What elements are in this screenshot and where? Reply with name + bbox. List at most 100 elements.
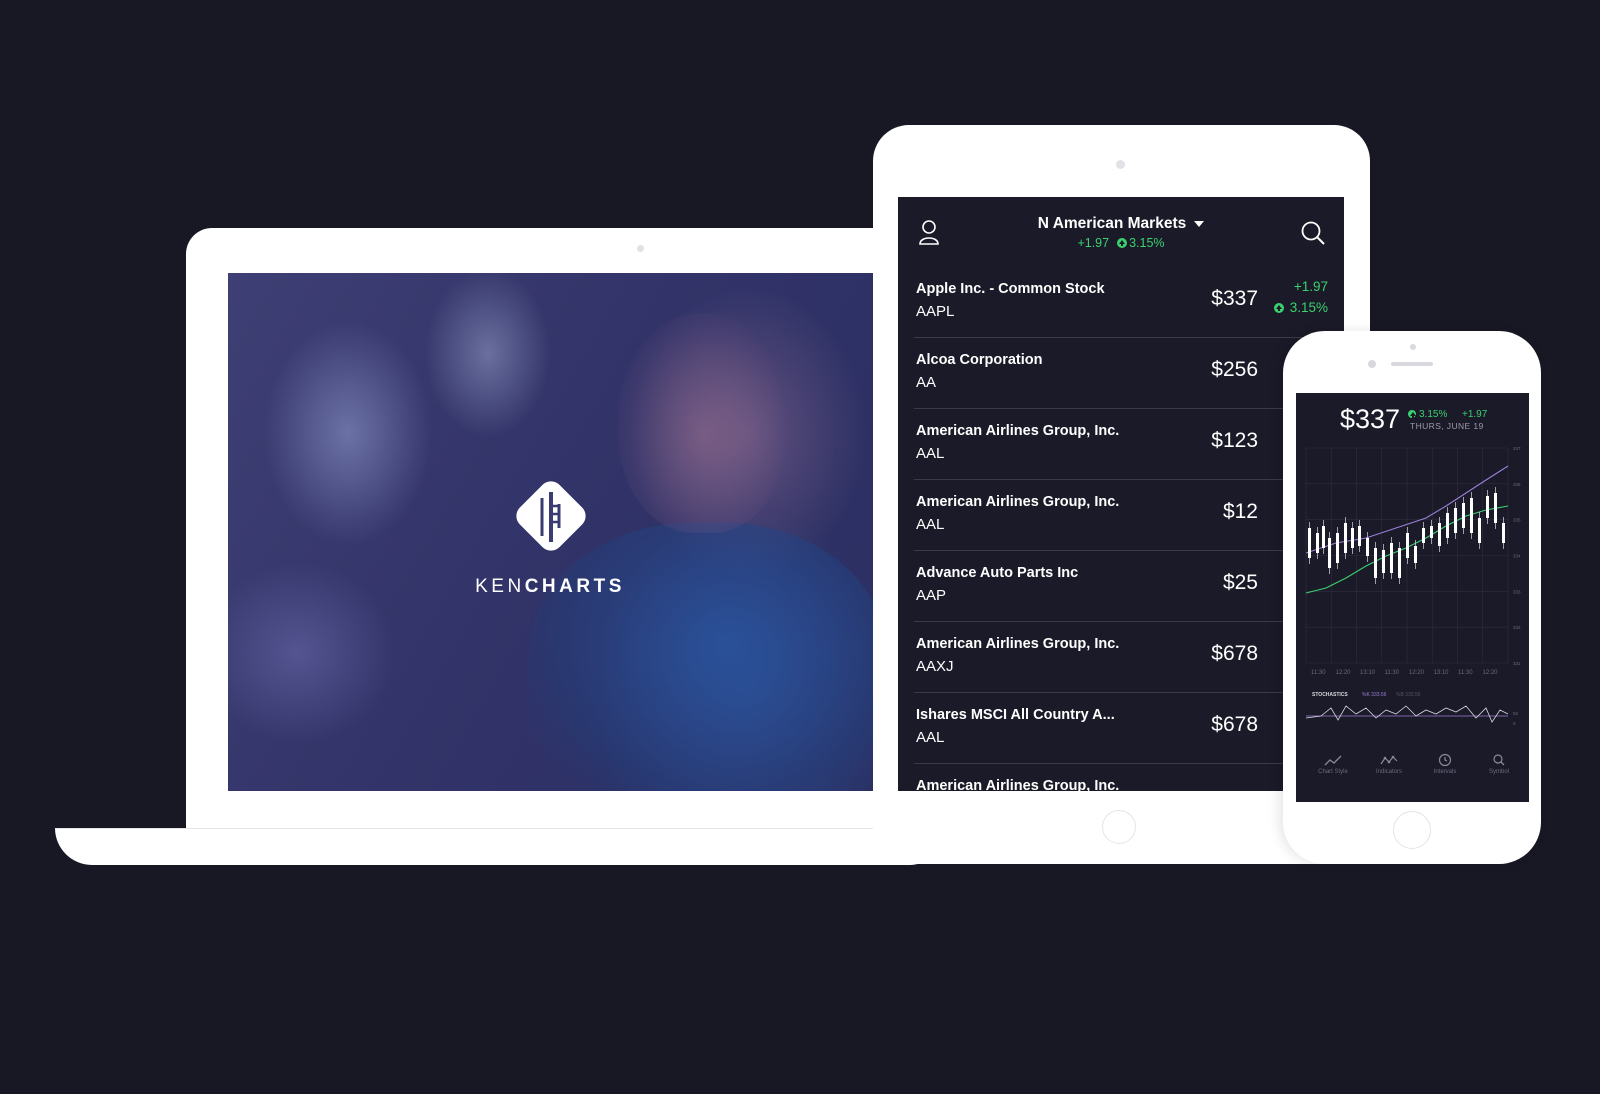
- stochastics-d-label: %B 333.56: [1396, 692, 1421, 698]
- stock-name: American Airlines Group, Inc.: [916, 423, 1120, 439]
- stock-name: American Airlines Group, Inc.: [916, 494, 1120, 510]
- tablet-home-button: [1102, 810, 1136, 844]
- quote-date: THURS, JUNE 19: [1410, 421, 1484, 431]
- quote-percent-value: 3.15%: [1419, 409, 1448, 420]
- candle-body: [1462, 503, 1465, 528]
- chevron-down-icon: [1194, 220, 1205, 227]
- candle-body: [1422, 528, 1425, 543]
- tablet-screen: N American Markets +1.97 3.15% Apple Inc.…: [898, 197, 1344, 791]
- stock-name: American Airlines Group, Inc.: [916, 778, 1120, 791]
- x-tick-label: 12:20: [1409, 670, 1425, 676]
- candle-body: [1494, 493, 1497, 523]
- candle-body: [1406, 533, 1409, 558]
- y-tick-label: 331: [1513, 661, 1521, 666]
- stock-price: $123: [1211, 429, 1258, 452]
- candle-body: [1478, 518, 1481, 543]
- stock-name: American Airlines Group, Inc.: [916, 636, 1120, 652]
- candle-body: [1336, 533, 1339, 563]
- candle-body: [1308, 528, 1311, 558]
- stock-row[interactable]: American Airlines Group, Inc. AAL $12: [914, 480, 1328, 551]
- stochastics-tick: 50: [1513, 711, 1519, 716]
- market-percent: 3.15%: [1129, 236, 1165, 250]
- stock-symbol: AAXJ: [916, 658, 954, 675]
- indicators-icon: [1380, 755, 1398, 765]
- candlestick-chart[interactable]: 337 336 335 334 333 332 331 11:30 12:20 13:10 11:3…: [1296, 438, 1529, 738]
- stochastics-line: [1305, 705, 1509, 723]
- y-tick-label: 335: [1513, 518, 1521, 523]
- stock-row[interactable]: American Airlines Group, Inc. AAL $123: [914, 409, 1328, 480]
- hero-photo-face: [618, 313, 788, 533]
- candle-body: [1328, 538, 1331, 568]
- stochastics-label: STOCHASTICS: [1312, 692, 1348, 698]
- tab-intervals[interactable]: Intervals: [1416, 753, 1474, 775]
- stock-row[interactable]: Alcoa Corporation AA $256: [914, 338, 1328, 409]
- candle-body: [1486, 496, 1489, 518]
- y-tick-label: 336: [1513, 482, 1521, 487]
- tab-label: Chart Style: [1318, 769, 1348, 775]
- stock-list: Apple Inc. - Common Stock AAPL $337 +1.9…: [898, 267, 1344, 791]
- stochastics-k-label: %K 333.56: [1362, 692, 1387, 698]
- tablet-camera: [1116, 160, 1125, 169]
- stock-name: Ishares MSCI All Country A...: [916, 707, 1115, 723]
- arrow-up-icon: [1408, 410, 1416, 418]
- market-summary: +1.97 3.15%: [898, 236, 1344, 250]
- stock-price: $256: [1211, 358, 1258, 381]
- candle-body: [1414, 546, 1417, 563]
- x-tick-label: 11:30: [1458, 670, 1473, 676]
- tab-chart-style[interactable]: Chart Style: [1304, 753, 1362, 775]
- candle-body: [1470, 498, 1473, 533]
- stock-row[interactable]: Ishares MSCI All Country A... AAL $678: [914, 693, 1328, 764]
- candle-body: [1382, 550, 1385, 573]
- laptop-camera: [637, 245, 644, 252]
- candle-body: [1322, 526, 1325, 548]
- y-tick-label: 337: [1513, 446, 1521, 451]
- hero-photo-person: [528, 523, 875, 791]
- stock-price: $678: [1211, 713, 1258, 736]
- stock-row[interactable]: American Airlines Group, Inc. AAXJ $678: [914, 622, 1328, 693]
- stock-change: +1.97: [1293, 279, 1328, 294]
- y-tick-label: 333: [1513, 589, 1521, 594]
- tab-label: Symbol: [1488, 769, 1509, 775]
- stock-row[interactable]: Advance Auto Parts Inc AAP $25: [914, 551, 1328, 622]
- stock-symbol: AAP: [916, 587, 947, 604]
- x-tick-label: 12:20: [1483, 670, 1499, 676]
- stock-symbol: AAL: [916, 729, 945, 746]
- stock-row[interactable]: American Airlines Group, Inc.: [914, 764, 1328, 791]
- market-change: +1.97: [1077, 236, 1110, 250]
- stock-name: Apple Inc. - Common Stock: [916, 281, 1105, 297]
- tab-symbol[interactable]: Symbol: [1470, 753, 1528, 775]
- stock-name: Advance Auto Parts Inc: [916, 565, 1079, 581]
- stock-row[interactable]: Apple Inc. - Common Stock AAPL $337 +1.9…: [914, 267, 1328, 338]
- x-tick-label: 11:30: [1385, 670, 1400, 676]
- phone-sensor: [1368, 360, 1376, 368]
- stock-percent: 3.15%: [1273, 300, 1328, 315]
- stock-percent-value: 3.15%: [1289, 300, 1328, 315]
- search-icon[interactable]: [1300, 220, 1326, 246]
- phone-speaker: [1391, 362, 1433, 366]
- kencharts-logo-icon: [516, 481, 586, 551]
- candle-body: [1454, 508, 1457, 533]
- stock-price: $25: [1222, 571, 1258, 594]
- tab-indicators[interactable]: Indicators: [1360, 753, 1418, 775]
- quote-price: $337: [1340, 404, 1401, 434]
- candle-body: [1366, 538, 1369, 556]
- tab-label: Intervals: [1433, 769, 1457, 775]
- candle-body: [1430, 526, 1433, 538]
- phone-camera: [1410, 344, 1416, 350]
- markets-header: N American Markets +1.97 3.15%: [898, 197, 1344, 267]
- stochastics-tick: 0: [1513, 721, 1516, 726]
- x-tick-label: 11:30: [1311, 670, 1326, 676]
- stock-symbol: AAL: [916, 445, 945, 462]
- y-tick-label: 334: [1513, 554, 1521, 559]
- stock-price: $337: [1211, 287, 1258, 310]
- stock-symbol: AA: [916, 374, 937, 391]
- candle-body: [1344, 523, 1347, 553]
- stock-symbol: AAL: [916, 516, 945, 533]
- candle-body: [1390, 543, 1393, 573]
- brand-part-charts: CHARTS: [524, 576, 625, 597]
- stock-price: $678: [1211, 642, 1258, 665]
- clock-icon: [1438, 753, 1452, 767]
- candle-body: [1316, 533, 1319, 553]
- market-selector[interactable]: N American Markets: [898, 215, 1344, 233]
- quote-change: +1.97: [1462, 409, 1488, 420]
